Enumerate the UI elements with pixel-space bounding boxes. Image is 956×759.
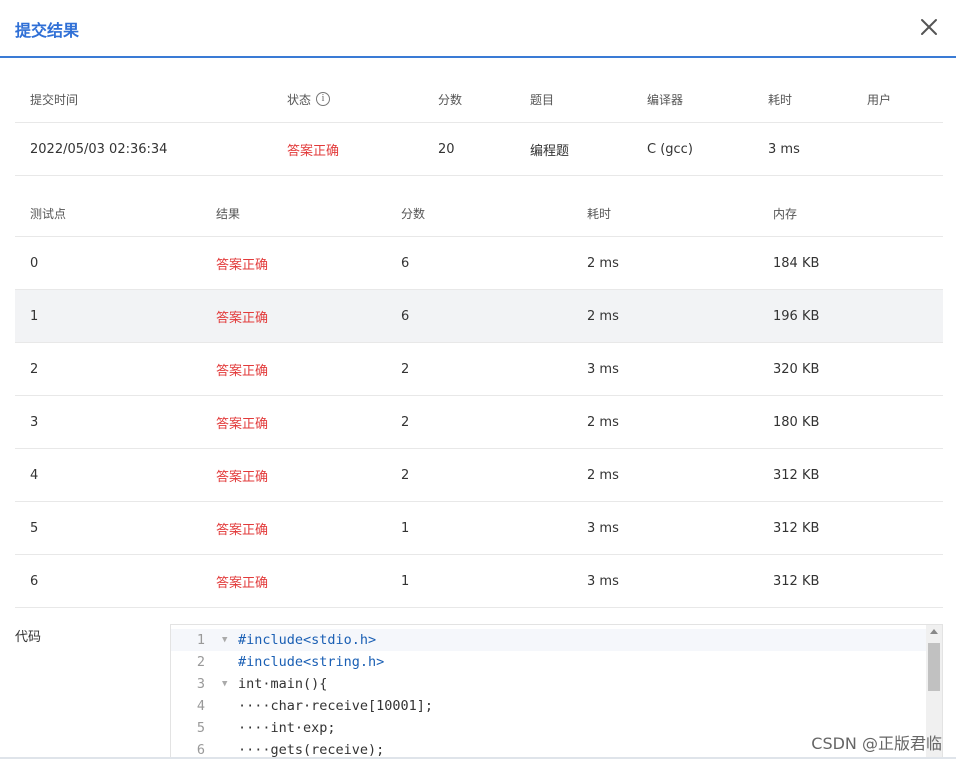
header-status-label: 状态 [287,92,312,107]
header-submit-time: 提交时间 [30,92,79,107]
header-case: 测试点 [30,206,67,221]
header-duration: 耗时 [768,92,793,107]
case-duration: 3 ms [587,573,619,589]
case-result: 答案正确 [216,416,269,432]
code-text: #include<stdio.h> [238,632,377,648]
case-result: 答案正确 [216,363,269,379]
info-icon[interactable]: i [316,92,331,106]
case-id: 6 [30,573,39,589]
case-result: 答案正确 [216,575,269,591]
case-memory: 312 KB [773,467,820,483]
case-score: 2 [401,467,410,483]
header-test-duration: 耗时 [587,206,612,221]
case-result: 答案正确 [216,522,269,538]
case-score: 2 [401,414,410,430]
case-id: 5 [30,520,39,536]
table-row: 2 答案正确 2 3 ms 320 KB [15,343,943,396]
header-status: 状态 i [287,76,331,122]
code-line[interactable]: 3 ▼ int·main(){ [171,673,928,695]
scroll-up-icon[interactable] [930,629,938,634]
header-memory: 内存 [773,206,798,221]
header-user: 用户 [867,92,892,107]
status-value: 答案正确 [287,143,340,159]
close-icon[interactable] [918,16,940,38]
header-result: 结果 [216,206,241,221]
case-memory: 180 KB [773,414,820,430]
dialog-header: 提交结果 [0,0,956,58]
case-memory: 312 KB [773,573,820,589]
header-compiler: 编译器 [647,92,684,107]
fold-arrow-icon[interactable]: ▼ [222,629,227,651]
submission-row: 2022/05/03 02:36:34 答案正确 20 编程题 C (gcc) … [15,123,943,176]
case-memory: 320 KB [773,361,820,377]
table-row: 1 答案正确 6 2 ms 196 KB [15,290,943,343]
line-number: 2 [196,654,206,670]
case-duration: 2 ms [587,255,619,271]
case-id: 2 [30,361,39,377]
score-value: 20 [438,141,455,157]
line-number: 3 [196,676,206,692]
table-row: 3 答案正确 2 2 ms 180 KB [15,396,943,449]
code-line[interactable]: 1 ▼ #include<stdio.h> [171,629,928,651]
code-text: #include<string.h> [238,654,385,670]
submit-time-value: 2022/05/03 02:36:34 [30,141,168,157]
line-number: 1 [196,632,206,648]
case-duration: 3 ms [587,361,619,377]
tests-header-row: 测试点 结果 分数 耗时 内存 [15,190,943,237]
header-test-score: 分数 [401,206,426,221]
table-row: 4 答案正确 2 2 ms 312 KB [15,449,943,502]
case-memory: 184 KB [773,255,820,271]
case-duration: 2 ms [587,414,619,430]
line-number: 4 [196,698,206,714]
case-result: 答案正确 [216,310,269,326]
case-score: 1 [401,520,410,536]
table-row: 0 答案正确 6 2 ms 184 KB [15,237,943,290]
case-memory: 312 KB [773,520,820,536]
case-score: 6 [401,308,410,324]
duration-value: 3 ms [768,141,800,157]
code-text: ····char·receive[10001]; [238,698,434,714]
fold-arrow-icon[interactable]: ▼ [222,673,227,695]
table-row: 6 答案正确 1 3 ms 312 KB [15,555,943,608]
compiler-value: C (gcc) [647,141,693,157]
code-text: ····int·exp; [238,720,336,736]
case-score: 6 [401,255,410,271]
case-score: 1 [401,573,410,589]
case-score: 2 [401,361,410,377]
case-result: 答案正确 [216,257,269,273]
case-result: 答案正确 [216,469,269,485]
code-label: 代码 [15,630,42,645]
header-score: 分数 [438,92,463,107]
line-number: 6 [196,742,206,758]
table-row: 5 答案正确 1 3 ms 312 KB [15,502,943,555]
case-id: 1 [30,308,39,324]
dialog-title: 提交结果 [15,21,80,40]
case-id: 4 [30,467,39,483]
code-line[interactable]: 4 ····char·receive[10001]; [171,695,928,717]
code-text: int·main(){ [238,676,328,692]
submission-header-row: 提交时间 状态 i 分数 题目 编译器 耗时 用户 [15,76,943,123]
watermark: CSDN @正版君临 [811,734,942,753]
code-text: ····gets(receive); [238,742,385,758]
code-line[interactable]: 2 #include<string.h> [171,651,928,673]
case-duration: 2 ms [587,467,619,483]
case-duration: 3 ms [587,520,619,536]
case-id: 0 [30,255,39,271]
line-number: 5 [196,720,206,736]
problem-value: 编程题 [530,143,570,159]
case-memory: 196 KB [773,308,820,324]
header-problem: 题目 [530,92,555,107]
case-duration: 2 ms [587,308,619,324]
case-id: 3 [30,414,39,430]
scrollbar-thumb[interactable] [928,643,940,691]
